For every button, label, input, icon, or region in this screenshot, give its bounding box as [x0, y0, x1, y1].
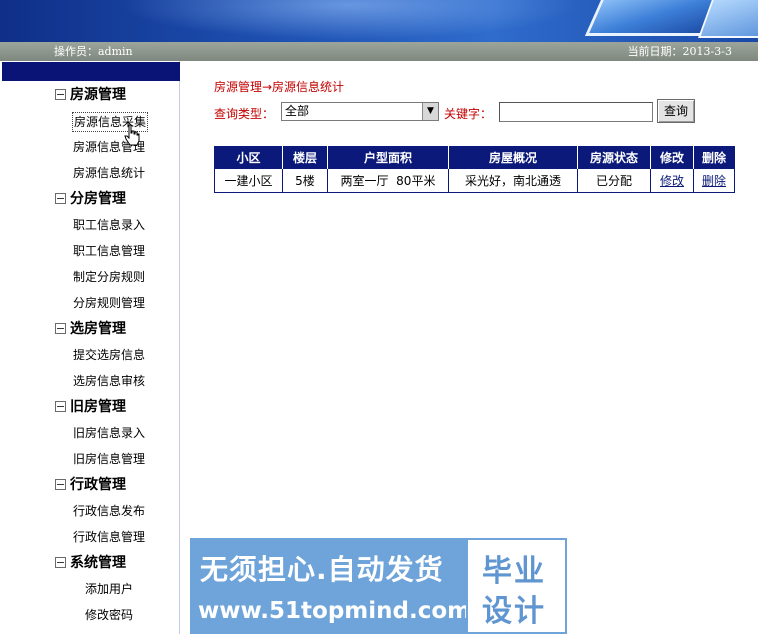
sidebar-item-staff-manage[interactable]: 职工信息管理	[73, 242, 145, 260]
sidebar: 房源管理 房源信息采集 房源信息管理 房源信息统计 分房管理 职工信息录入 职工…	[0, 61, 180, 634]
breadcrumb: 房源管理→房源信息统计	[214, 80, 345, 94]
sidebar-item-selection-review[interactable]: 选房信息审核	[73, 372, 145, 390]
column-header-delete: 删除	[693, 146, 735, 169]
collapse-minus-icon[interactable]	[55, 400, 66, 412]
column-header-overview: 房屋概况	[448, 146, 578, 169]
sidebar-item-staff-entry[interactable]: 职工信息录入	[73, 216, 145, 234]
cell-overview: 采光好，南北通透	[448, 168, 578, 193]
dropdown-arrow-icon[interactable]: ▼	[422, 103, 438, 120]
query-type-label: 查询类型：	[214, 107, 275, 121]
column-header-edit: 修改	[650, 146, 694, 169]
keyword-input[interactable]	[499, 102, 653, 122]
sidebar-group-title: 房源管理	[70, 87, 126, 103]
operator-label: 操作员：admin	[54, 45, 133, 58]
sidebar-item-rule-manage[interactable]: 分房规则管理	[73, 294, 145, 312]
cell-status: 已分配	[577, 168, 651, 193]
sidebar-group-title: 分房管理	[70, 191, 126, 207]
sidebar-header-bar	[2, 62, 180, 81]
cell-layout-area: 两室一厅 80平米	[327, 168, 449, 193]
sidebar-item-add-user[interactable]: 添加用户	[85, 580, 133, 598]
watermark-tag-bottom: 设计	[482, 594, 546, 629]
sidebar-group-old-house[interactable]: 旧房管理	[55, 397, 126, 417]
sidebar-item-change-password[interactable]: 修改密码	[85, 606, 133, 624]
status-bar: 操作员：admin 当前日期：2013-3-3	[0, 42, 758, 61]
sidebar-group-house-source[interactable]: 房源管理	[55, 85, 126, 105]
watermark-tag-top: 毕业	[482, 554, 546, 589]
table-header-row: 小区 楼层 户型面积 房屋概况 房源状态 修改 删除	[214, 146, 735, 169]
sidebar-group-selection[interactable]: 选房管理	[55, 319, 126, 339]
sidebar-group-admin[interactable]: 行政管理	[55, 475, 126, 495]
watermark-slogan: 无须担心.自动发货	[200, 553, 444, 586]
sidebar-item-old-house-entry[interactable]: 旧房信息录入	[73, 424, 145, 442]
table-row: 一建小区 5楼 两室一厅 80平米 采光好，南北通透 已分配 修改 删除	[214, 168, 735, 193]
cell-community: 一建小区	[214, 168, 283, 193]
sidebar-group-title: 行政管理	[70, 477, 126, 493]
column-header-layout-area: 户型面积	[327, 146, 449, 169]
sidebar-group-title: 系统管理	[70, 555, 126, 571]
sidebar-item-house-stats[interactable]: 房源信息统计	[73, 164, 145, 182]
sidebar-group-title: 选房管理	[70, 321, 126, 337]
column-header-floor: 楼层	[282, 146, 328, 169]
collapse-minus-icon[interactable]	[55, 88, 66, 100]
delete-link[interactable]: 删除	[693, 168, 735, 193]
sidebar-group-system[interactable]: 系统管理	[55, 553, 126, 573]
collapse-minus-icon[interactable]	[55, 478, 66, 490]
sidebar-item-selection-submit[interactable]: 提交选房信息	[73, 346, 145, 364]
sidebar-item-rule-create[interactable]: 制定分房规则	[73, 268, 145, 286]
sidebar-group-title: 旧房管理	[70, 399, 126, 415]
sidebar-item-old-house-manage[interactable]: 旧房信息管理	[73, 450, 145, 468]
cell-floor: 5楼	[282, 168, 328, 193]
keyword-label: 关键字：	[444, 107, 493, 121]
collapse-minus-icon[interactable]	[55, 556, 66, 568]
sidebar-item-admin-publish[interactable]: 行政信息发布	[73, 502, 145, 520]
column-header-community: 小区	[214, 146, 283, 169]
query-type-select[interactable]: 全部 ▼	[281, 102, 439, 121]
collapse-minus-icon[interactable]	[55, 322, 66, 334]
watermark-left-panel: 无须担心.自动发货 www.51topmind.com	[190, 538, 471, 634]
sidebar-item-admin-manage[interactable]: 行政信息管理	[73, 528, 145, 546]
watermark-banner: 无须担心.自动发货 www.51topmind.com 毕业 设计	[190, 538, 567, 634]
watermark-url: www.51topmind.com	[198, 598, 472, 624]
query-type-value: 全部	[285, 104, 310, 118]
sidebar-group-allocation[interactable]: 分房管理	[55, 189, 126, 209]
current-date: 当前日期：2013-3-3	[627, 45, 732, 58]
top-banner	[0, 0, 758, 42]
collapse-minus-icon[interactable]	[55, 192, 66, 204]
column-header-status: 房源状态	[577, 146, 651, 169]
watermark-right-panel: 毕业 设计	[466, 538, 567, 634]
query-button[interactable]: 查询	[657, 99, 695, 123]
house-info-table: 小区 楼层 户型面积 房屋概况 房源状态 修改 删除 一建小区 5楼 两室一厅 …	[214, 146, 735, 193]
banner-glow	[120, 0, 580, 40]
hand-cursor-icon	[124, 124, 140, 146]
edit-link[interactable]: 修改	[650, 168, 694, 193]
